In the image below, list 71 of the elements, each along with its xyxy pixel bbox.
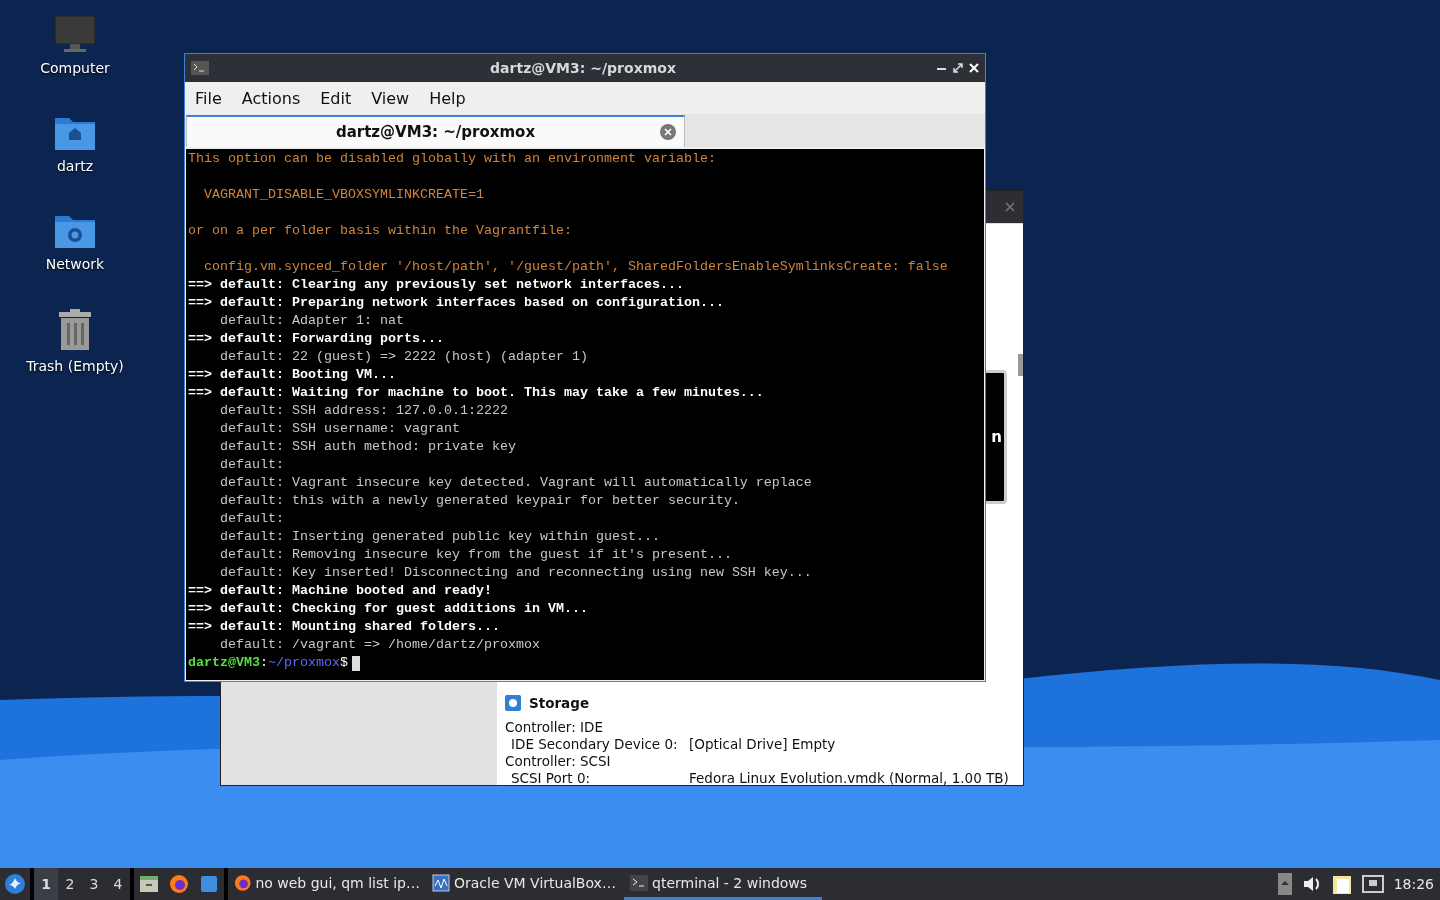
output-line: ==> default: Clearing any previously set network interfaces... [188,276,685,294]
monitor-icon [53,14,97,54]
device-value: [Optical Drive] Empty [689,736,836,753]
menu-item[interactable]: Actions [233,88,309,108]
output-line: ==> default: Waiting for machine to boot. This may take a few minutes... [188,384,765,402]
workspace-button[interactable]: 2 [58,868,82,900]
task-button[interactable]: Oracle VM VirtualBox… [426,868,624,900]
task-button[interactable]: no web gui, qm list ip… [228,868,426,900]
menu-item[interactable]: View [363,88,418,108]
section-title: Storage [529,695,590,711]
workspace-button[interactable]: 4 [106,868,130,900]
output-line: default: Adapter 1: nat [219,312,405,330]
desktop-icon-label[interactable]: dartz [56,158,94,174]
output-line: ==> default: Machine booted and ready! [188,582,493,600]
prompt-user: dartz@VM3 [188,654,260,672]
monitor-graph-icon [432,873,450,892]
output-line: default: /vagrant => /home/dartz/proxmox [219,636,541,654]
workspace-button[interactable]: 3 [82,868,106,900]
output-line: VAGRANT_DISABLE_VBOXSYMLINKCREATE=1 [203,186,485,204]
scrollbar-thumb[interactable] [1018,354,1023,376]
file-cabinet-icon [139,874,159,894]
output-line: default: Key inserted! Disconnecting and reconnecting using new SSH key... [219,564,813,582]
menu-item[interactable]: File [187,88,230,108]
clipboard-icon[interactable] [1331,873,1352,895]
prompt-sign: $ [339,654,348,672]
window-icon [201,876,217,892]
output-line: default: Removing insecure key from the guest if it's present... [219,546,733,564]
output-line: ==> default: Preparing network interfaces based on configuration... [188,294,725,312]
menu-item[interactable]: Help [421,88,474,108]
terminal-screen[interactable] [186,149,984,680]
output-line: default: Inserting generated public key within guest... [219,528,661,546]
output-line: ==> default: Booting VM... [188,366,397,384]
desktop-icon-label[interactable]: Computer [40,60,110,76]
prompt-colon: : [260,654,268,672]
device-label: IDE Secondary Device 0: [510,736,679,753]
output-line: default: Vagrant insecure key detected. Vagrant will automatically replace [219,474,813,492]
output-line: default: 22 (guest) => 2222 (host) (adapter 1) [219,348,589,366]
terminal-icon [191,61,209,75]
desktop-icon-label[interactable]: Network [45,256,105,272]
firefox-icon [234,872,252,893]
task-button[interactable]: qterminal - 2 windows [624,868,822,900]
output-line: default: SSH auth method: private key [219,438,517,456]
output-line: default: [219,510,285,528]
workspace-button[interactable]: 1 [34,868,58,900]
menu-item[interactable]: Edit [312,88,360,108]
controller-label: Controller: IDE [505,719,603,736]
device-value: Fedora Linux Evolution.vmdk (Normal, 1.00 TB) [689,770,1009,785]
output-line: default: this with a newly generated keypair for better security. [219,492,741,510]
output-line: ==> default: Checking for guest additions in VM... [188,600,589,618]
output-line: This option can be disabled globally with an environment variable: [188,150,717,168]
output-line: or on a per folder basis within the Vagrantfile: [188,222,573,240]
terminal-tab[interactable]: dartz@VM3: ~/proxmox [186,115,685,147]
window-title: dartz@VM3: ~/proxmox [489,60,677,76]
text-cursor [351,655,360,671]
prompt-path: ~/proxmox [268,654,340,672]
desktop-icon-label[interactable]: Trash (Empty) [26,358,124,374]
terminal-icon [630,874,648,891]
clock[interactable]: 18:26 [1393,876,1434,892]
volume-icon[interactable] [1301,875,1322,893]
output-line: default: SSH address: 127.0.0.1:2222 [219,402,509,420]
device-label: SCSI Port 0: [510,770,592,785]
maximize-icon[interactable] [953,63,963,73]
output-line: ==> default: Forwarding ports... [188,330,445,348]
output-line: default: [219,456,285,474]
output-line: config.vm.synced_folder '/host/path', '/guest/path', SharedFoldersEnableSymlinksCreate: false [203,258,949,276]
controller-label: Controller: SCSI [505,753,611,770]
output-line: ==> default: Mounting shared folders... [188,618,501,636]
partial-text: n [991,428,1002,446]
bird-logo-icon [4,873,26,895]
firefox-icon [169,874,189,894]
output-line: default: SSH username: vagrant [219,420,461,438]
